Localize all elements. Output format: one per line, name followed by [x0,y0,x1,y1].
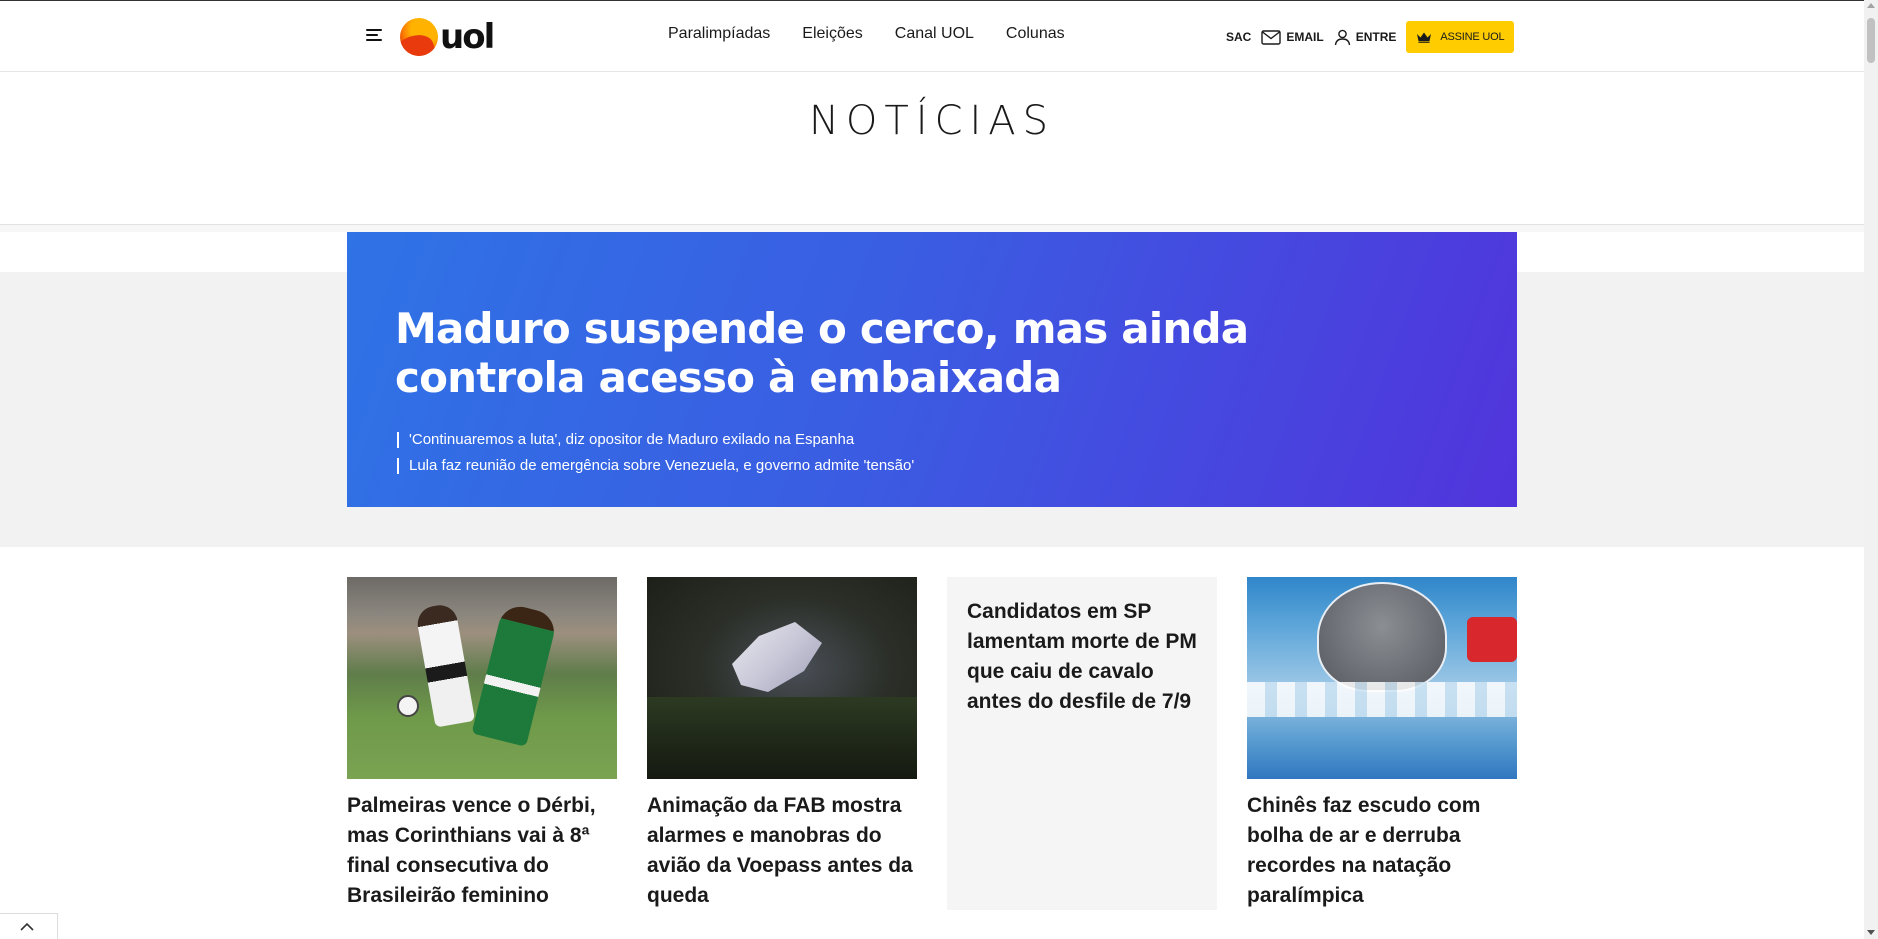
news-card-text-only[interactable]: Candidatos em SP lamentam morte de PM qu… [947,577,1217,910]
subscribe-button[interactable]: ASSINE UOL [1406,21,1515,53]
news-card[interactable]: Chinês faz escudo com bolha de ar e derr… [1247,577,1517,911]
login-label: ENTRE [1355,30,1397,44]
sac-label: SAC [1226,30,1252,44]
email-link[interactable]: EMAIL [1261,29,1324,45]
mail-icon [1261,29,1282,45]
scroll-down-arrow-icon[interactable] [1867,930,1875,935]
news-card-title[interactable]: Animação da FAB mostra alarmes e manobra… [647,791,917,911]
user-icon [1334,29,1350,45]
news-card-image[interactable] [1247,577,1517,779]
logo-text: uol [440,17,495,57]
hero-related-link[interactable]: Lula faz reunião de emergência sobre Ven… [397,453,914,479]
news-card-title[interactable]: Candidatos em SP lamentam morte de PM qu… [967,597,1197,717]
main-nav: Paralimpíadas Eleições Canal UOL Colunas [668,25,1065,43]
nav-item-canal-uol[interactable]: Canal UOL [895,25,974,43]
section-title: NOTÍCIAS [808,98,1056,144]
subscribe-label: ASSINE UOL [1440,31,1505,43]
page-scrollbar[interactable] [1864,0,1878,939]
news-card[interactable]: Animação da FAB mostra alarmes e manobra… [647,577,917,911]
utility-nav: SAC EMAIL ENTRE ASSINE UOL [1226,21,1515,53]
hero-headline-block[interactable]: Maduro suspende o cerco, mas ainda contr… [347,232,1517,507]
nav-item-colunas[interactable]: Colunas [1006,25,1065,43]
nav-item-paralimpiadas[interactable]: Paralimpíadas [668,25,770,43]
scroll-up-arrow-icon[interactable] [1867,3,1875,8]
hero-related-link[interactable]: 'Continuaremos a luta', diz opositor de … [397,427,914,453]
chevron-up-icon [20,922,34,931]
crown-icon [1417,32,1432,43]
section-divider [0,224,1864,232]
hero-related-links: 'Continuaremos a luta', diz opositor de … [397,427,914,479]
hero-headline[interactable]: Maduro suspende o cerco, mas ainda contr… [395,304,1395,402]
hamburger-menu-icon[interactable] [366,28,382,42]
email-label: EMAIL [1286,30,1324,44]
news-card-title[interactable]: Palmeiras vence o Dérbi, mas Corinthians… [347,791,617,911]
site-header: uol Paralimpíadas Eleições Canal UOL Col… [0,1,1864,72]
news-card-image[interactable] [347,577,617,779]
news-card-title[interactable]: Chinês faz escudo com bolha de ar e derr… [1247,791,1517,911]
logo-sun-icon [400,18,438,56]
sac-link[interactable]: SAC [1226,30,1251,44]
nav-item-eleicoes[interactable]: Eleições [802,25,862,43]
scrollbar-thumb[interactable] [1867,18,1875,63]
news-card[interactable]: Palmeiras vence o Dérbi, mas Corinthians… [347,577,617,911]
news-card-image[interactable] [647,577,917,779]
login-link[interactable]: ENTRE [1334,29,1397,46]
back-to-top-button[interactable] [0,913,58,939]
uol-logo[interactable]: uol [400,17,504,57]
